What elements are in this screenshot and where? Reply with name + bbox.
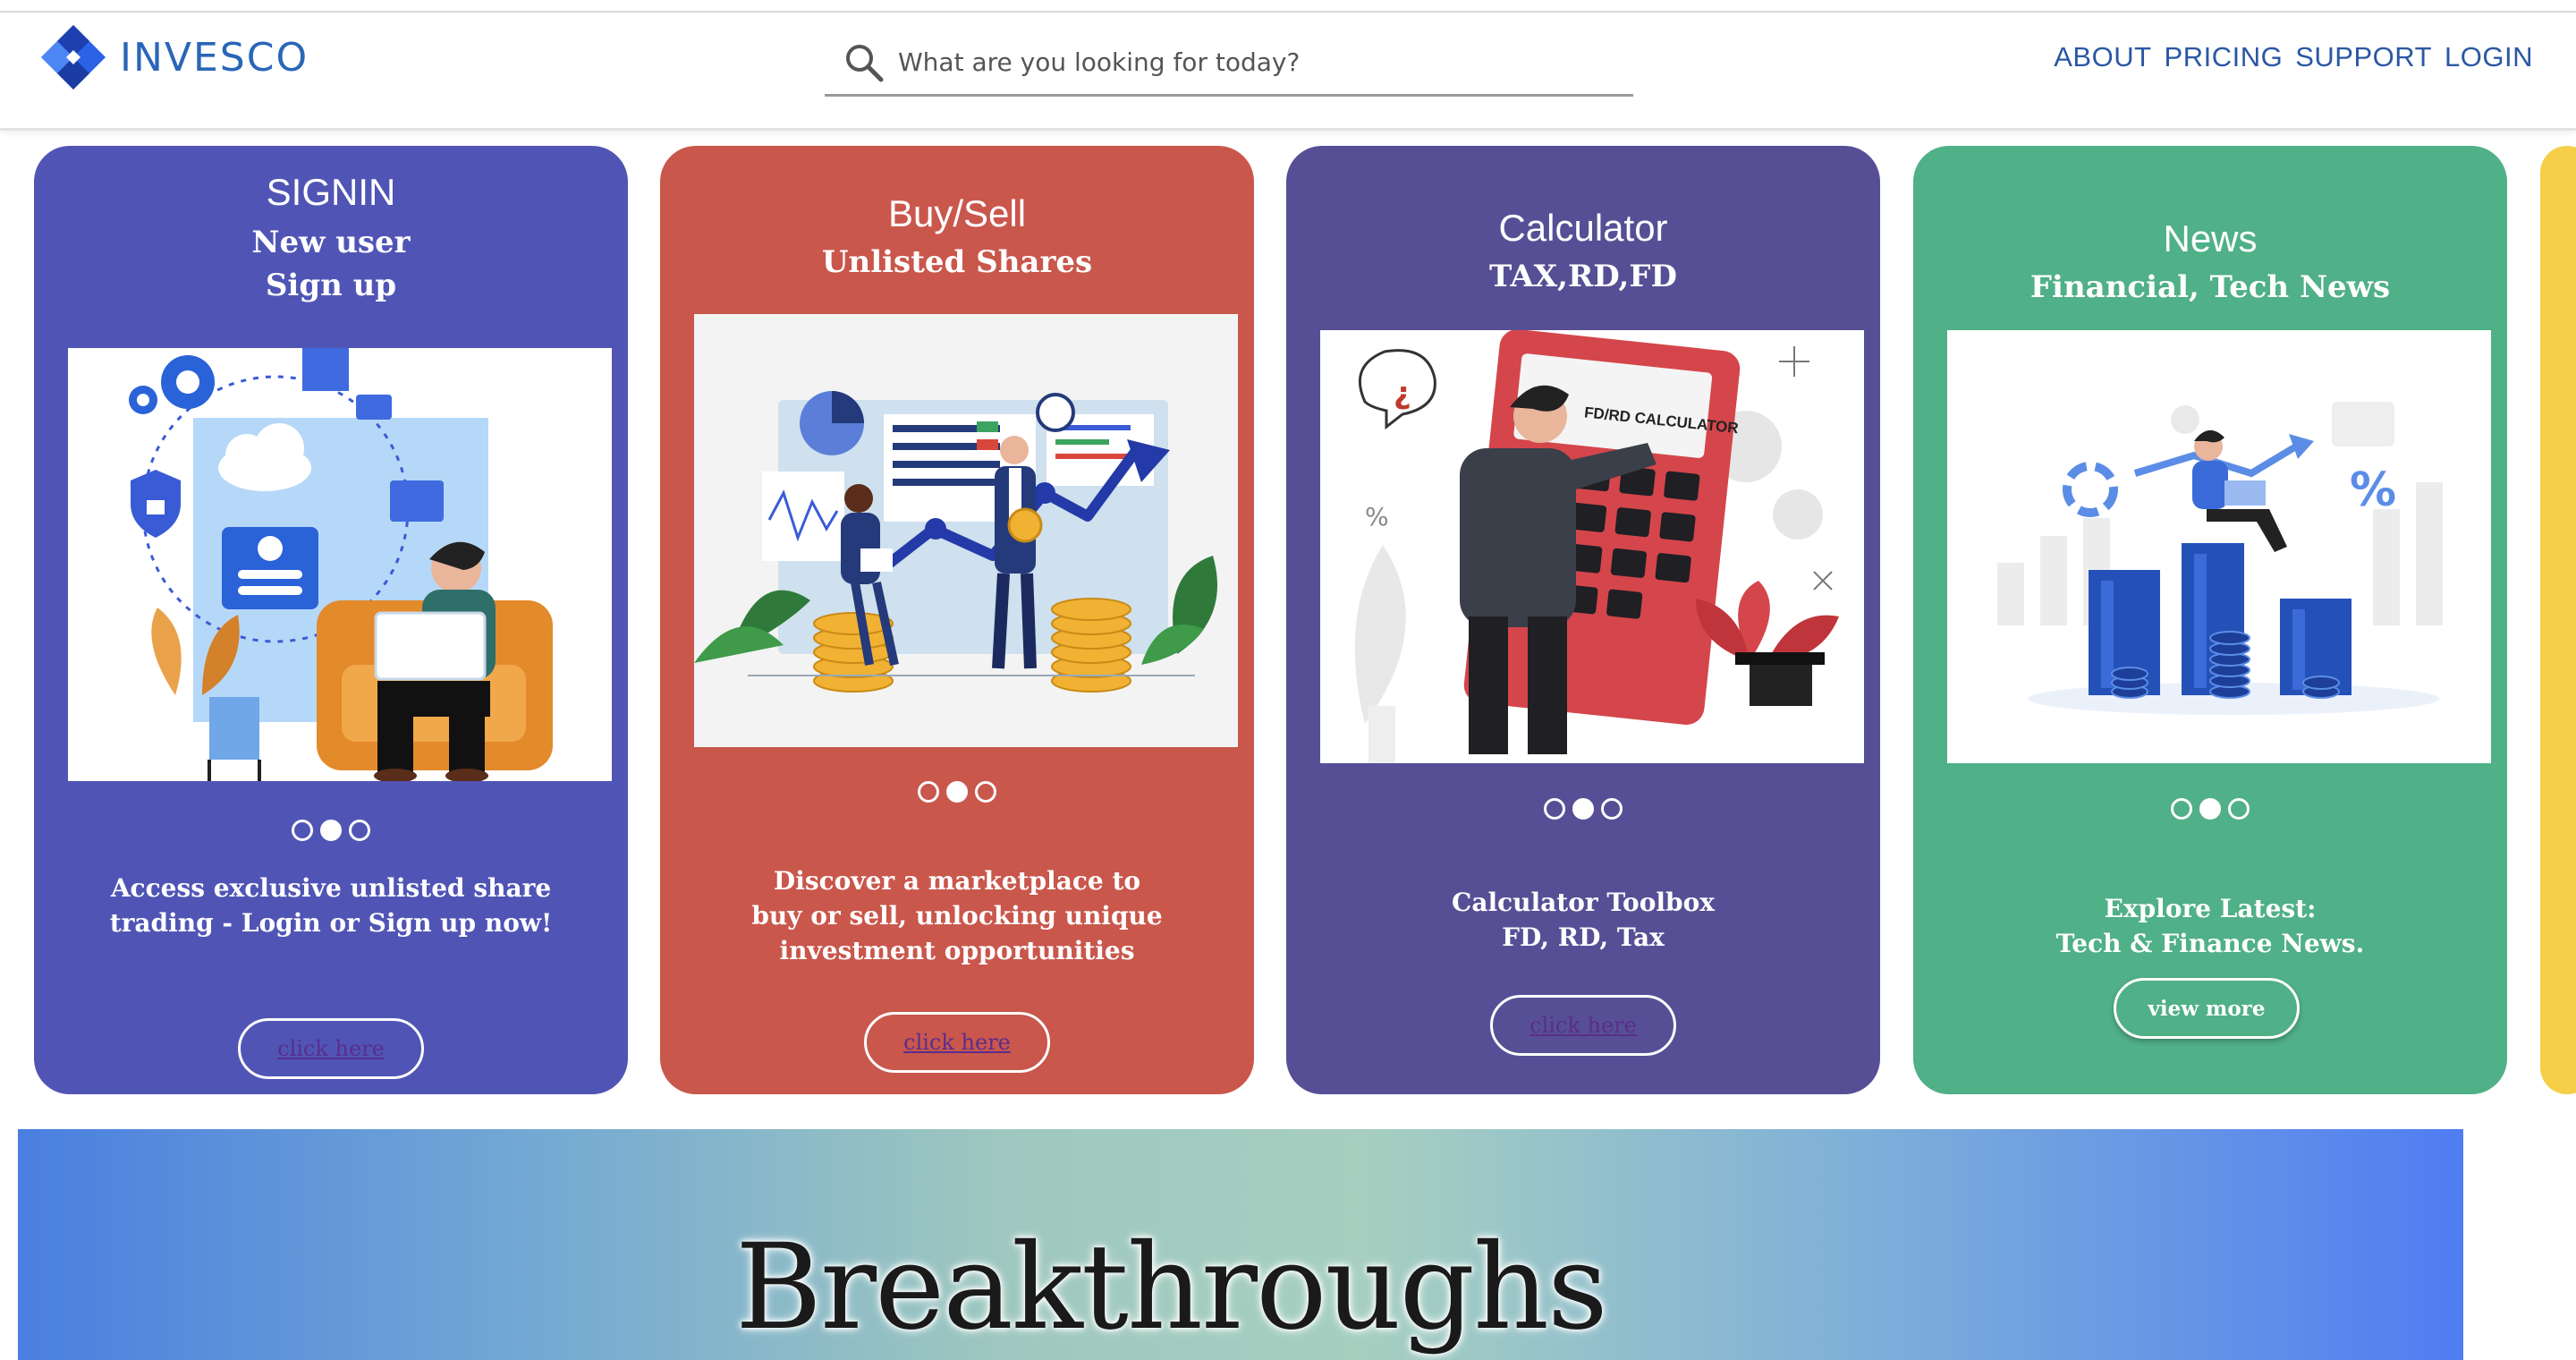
search-icon [846,44,884,81]
carousel-dot[interactable] [349,820,370,841]
calculator-illustration: % ¿ FD/RD CALCULATOR [1320,330,1864,763]
signin-card: SIGNIN New user Sign up Access exclusive… [34,146,628,1094]
search-input[interactable] [898,47,1614,77]
carousel-dot[interactable] [918,781,939,803]
svg-text:%: % [2350,463,2396,517]
signin-illustration [68,348,612,781]
banner-headline: Breakthroughs [735,1219,1608,1356]
svg-text:%: % [1365,502,1389,531]
carousel-dot[interactable] [1601,798,1623,820]
svg-text:¿: ¿ [1394,376,1411,412]
nav-pricing-link[interactable]: PRICING [2165,41,2284,73]
news-view-more-button[interactable]: view more [2114,978,2300,1039]
card-title: Calculator [1498,207,1668,249]
buy-sell-click-here-button[interactable]: click here [864,1012,1050,1073]
search-bar[interactable] [825,30,1633,97]
carousel-dots [1286,798,1880,820]
nav-support-link[interactable]: SUPPORT [2295,41,2432,73]
card-subtitle: TAX,RD,FD [1488,259,1678,294]
card-description: Calculator Toolbox [1452,888,1715,917]
news-illustration-art: % [1997,402,2443,715]
logo-diamond-icon [41,25,106,89]
carousel-dots [1913,798,2507,820]
site-header: INVESCO ABOUT PRICING SUPPORT LOGIN [0,13,2576,131]
nav-login-link[interactable]: LOGIN [2445,41,2533,73]
brand-logo[interactable]: INVESCO [39,21,309,93]
top-nav: ABOUT PRICING SUPPORT LOGIN [2054,41,2533,73]
breakthroughs-banner: Breakthroughs [18,1129,2463,1360]
calculator-card: Calculator TAX,RD,FD % ¿ FD/RD CALCULATO… [1286,146,1880,1094]
calculator-illustration-art: % ¿ FD/RD CALCULATOR [1354,330,1839,763]
carousel-dot-active[interactable] [1572,798,1594,820]
carousel-dot-active[interactable] [320,820,342,841]
next-card-partial[interactable] [2540,146,2576,1094]
nav-about-link[interactable]: ABOUT [2054,41,2151,73]
card-description: Discover a marketplace to [773,866,1141,896]
card-description: trading - Login or Sign up now! [109,908,553,938]
card-title: SIGNIN [266,171,396,213]
calculator-click-here-button[interactable]: click here [1490,995,1676,1056]
carousel-dots [34,820,628,841]
card-subtitle: Financial, Tech News [2029,269,2391,305]
top-border [0,0,2576,13]
card-description: FD, RD, Tax [1502,922,1665,952]
card-subtitle: Sign up [265,268,397,303]
card-description: Explore Latest: [2104,894,2317,923]
buy-sell-illustration-art [694,391,1217,693]
carousel-dot[interactable] [975,781,996,803]
signin-illustration-art [129,348,553,781]
carousel-dots [660,781,1254,803]
card-description: investment opportunities [779,936,1135,965]
card-description: Access exclusive unlisted share [110,873,552,903]
card-subtitle: New user [251,225,411,260]
carousel-dot[interactable] [2228,798,2250,820]
card-title: News [2163,217,2258,259]
carousel-dot[interactable] [2171,798,2192,820]
carousel-dot[interactable] [1544,798,1565,820]
news-illustration: % [1947,330,2491,763]
carousel-dot-active[interactable] [946,781,968,803]
signin-click-here-button[interactable]: click here [238,1018,424,1079]
card-title: Buy/Sell [887,192,1027,234]
carousel-dot[interactable] [292,820,313,841]
logo-text: INVESCO [120,34,309,81]
card-subtitle: Unlisted Shares [821,244,1093,280]
buy-sell-card: Buy/Sell Unlisted Shares Discover a mark… [660,146,1254,1094]
buy-sell-illustration [694,314,1238,747]
news-card: News Financial, Tech News % Explore Late… [1913,146,2507,1094]
card-description: Tech & Finance News. [2055,929,2365,958]
carousel-dot-active[interactable] [2199,798,2221,820]
card-description: buy or sell, unlocking unique [751,901,1163,931]
